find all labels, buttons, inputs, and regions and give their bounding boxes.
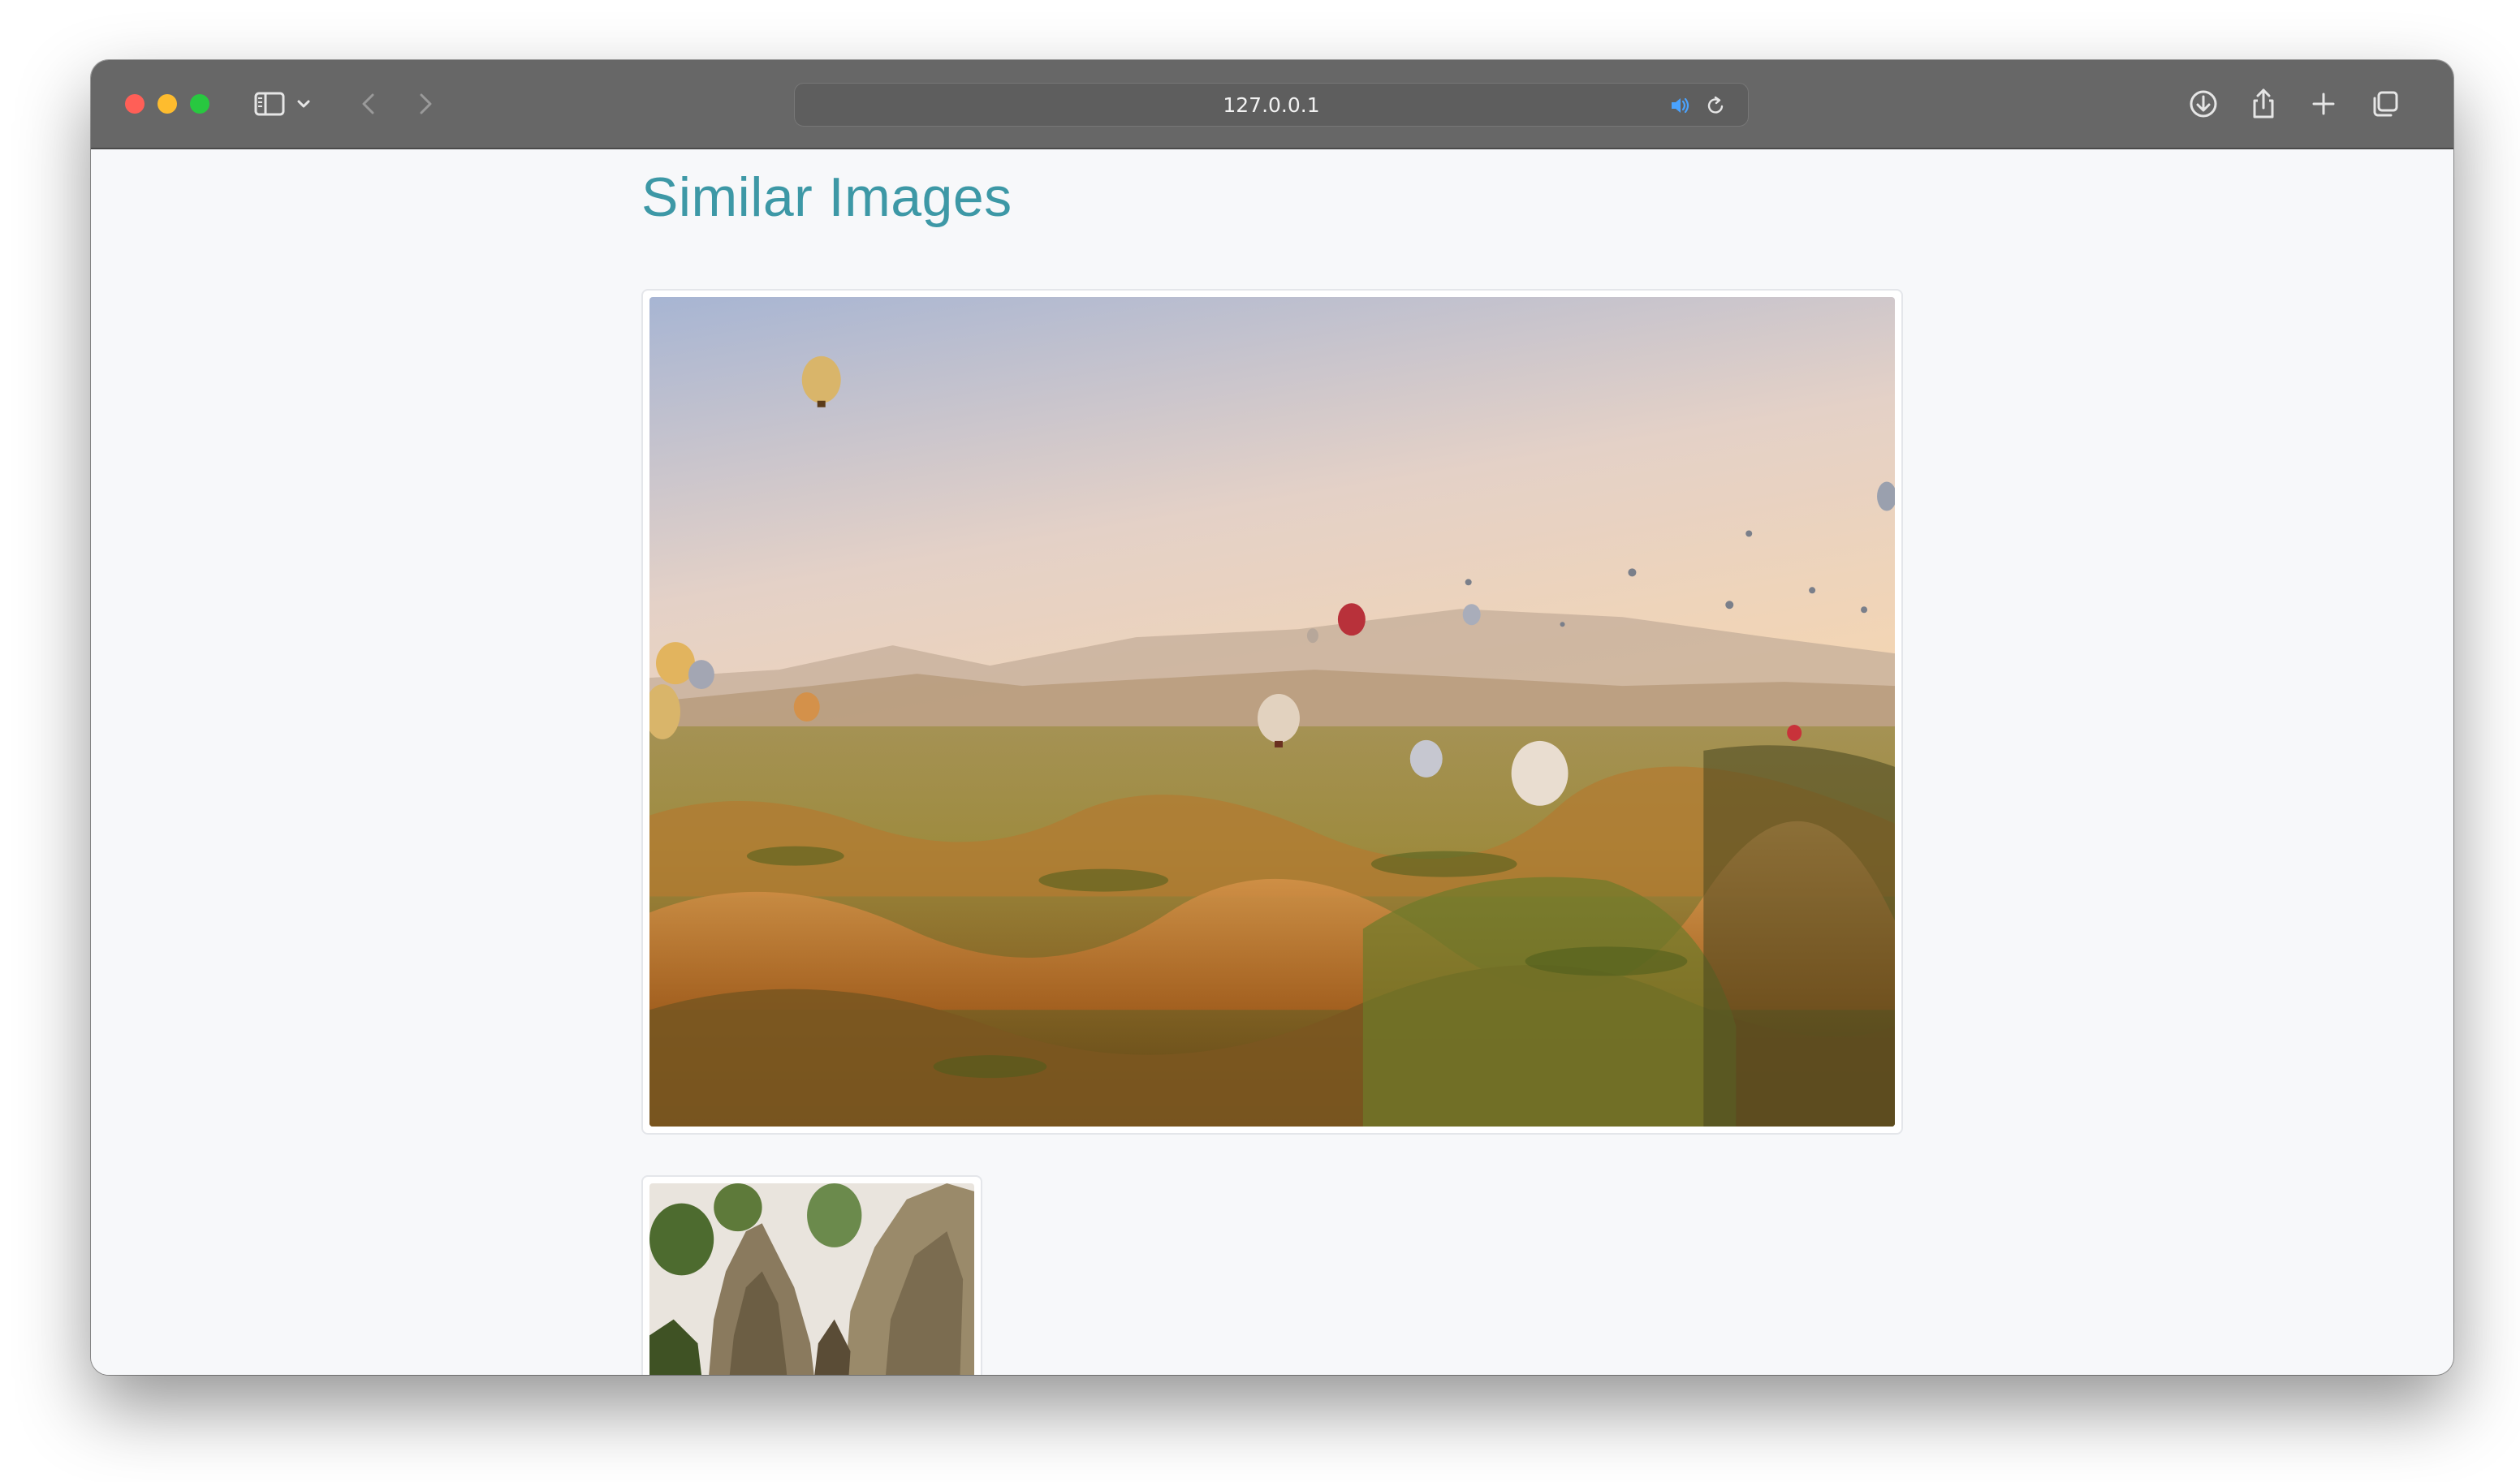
zoom-window-button[interactable]	[190, 94, 209, 114]
chevron-down-icon[interactable]	[292, 84, 315, 123]
rock-formation-thumbnail[interactable]	[649, 1183, 974, 1375]
reload-icon[interactable]	[1702, 93, 1728, 118]
download-icon[interactable]	[2184, 84, 2223, 123]
sidebar-icon[interactable]	[250, 84, 289, 123]
address-bar[interactable]: 127.0.0.1	[794, 83, 1749, 127]
back-arrow-icon[interactable]	[349, 84, 388, 123]
browser-toolbar: 127.0.0.1	[91, 60, 2453, 149]
page-title: Similar Images	[641, 166, 1012, 228]
thumbnail-card[interactable]	[641, 1175, 982, 1375]
address-url[interactable]: 127.0.0.1	[795, 84, 1748, 126]
close-window-button[interactable]	[125, 94, 145, 114]
share-icon[interactable]	[2244, 84, 2283, 123]
main-image-card[interactable]	[641, 289, 1903, 1135]
plus-icon[interactable]	[2304, 84, 2343, 123]
browser-window: 127.0.0.1 Similar Images	[91, 60, 2453, 1375]
speaker-icon[interactable]	[1667, 93, 1693, 118]
balloon-landscape-image[interactable]	[649, 297, 1895, 1127]
forward-arrow-icon[interactable]	[406, 84, 445, 123]
minimize-window-button[interactable]	[158, 94, 177, 114]
tab-overview-icon[interactable]	[2366, 84, 2405, 123]
page-content: Similar Images	[91, 149, 2453, 1375]
